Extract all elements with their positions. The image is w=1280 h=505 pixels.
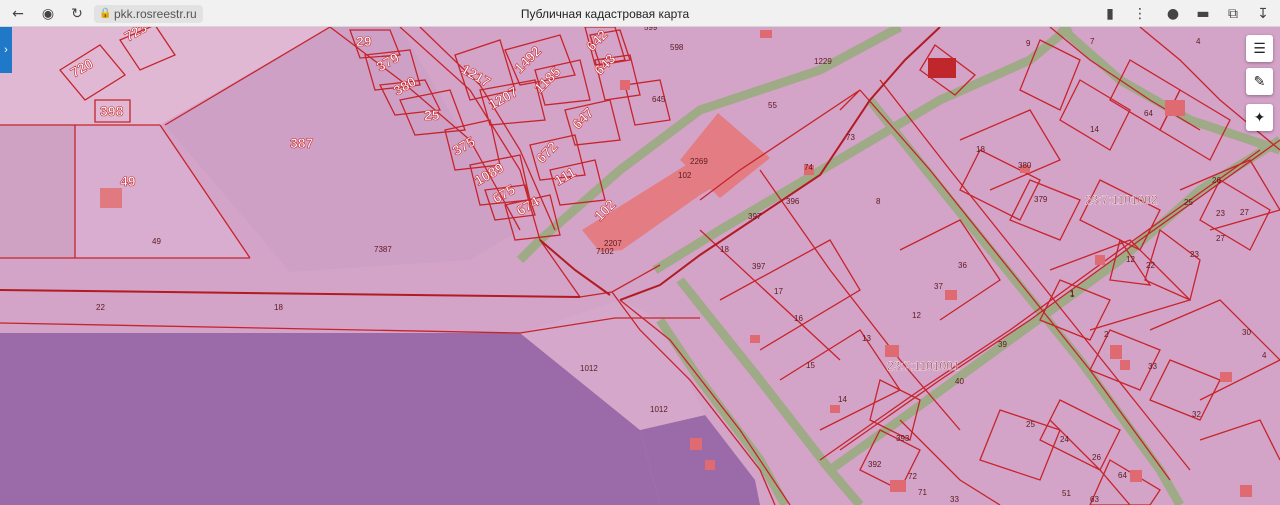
parcel-small-label: 12 xyxy=(1126,255,1135,264)
lock-icon: 🔒 xyxy=(99,8,112,19)
parcel-small-label: 396 xyxy=(786,197,800,206)
url-text: pkk.rosreestr.ru xyxy=(114,7,197,21)
parcel-small-label: 30 xyxy=(1242,328,1251,337)
parcel-small-label: 7102 xyxy=(596,247,614,256)
parcel-small-label: 23 xyxy=(1190,250,1199,259)
parcel-number-label: 49 xyxy=(120,173,136,189)
parcel-small-label: 74 xyxy=(804,163,813,172)
parcel-small-label: 14 xyxy=(1090,125,1099,134)
parcel-small-label: 379 xyxy=(1034,195,1048,204)
parcel-small-label: 7387 xyxy=(374,245,392,254)
parcel-small-label: 26 xyxy=(1212,176,1221,185)
parcel-small-label: 1 xyxy=(1070,289,1075,298)
parcel-small-label: 1012 xyxy=(580,364,598,373)
collections-icon[interactable]: ⧉ xyxy=(1223,4,1243,24)
parcel-small-label: 27 xyxy=(1240,208,1249,217)
parcel-small-label: 24 xyxy=(1060,435,1069,444)
parcel-small-label: 49 xyxy=(152,237,161,246)
back-arrow-icon[interactable]: ← xyxy=(8,4,28,24)
parcel-small-label: 2269 xyxy=(690,157,708,166)
parcel-small-label: 598 xyxy=(670,43,684,52)
parcel-small-label: 25 xyxy=(1026,420,1035,429)
parcel-small-label: 64 xyxy=(1118,471,1127,480)
address-bar[interactable]: 🔒 pkk.rosreestr.ru xyxy=(94,5,203,23)
parcel-small-label: 51 xyxy=(1062,489,1071,498)
parcel-small-label: 17 xyxy=(774,287,783,296)
extension-icon[interactable]: ● xyxy=(1163,4,1183,24)
browser-toolbar: ← ◉ ↻ 🔒 pkk.rosreestr.ru Публичная кадас… xyxy=(0,0,1280,27)
parcel-small-label: 37 xyxy=(934,282,943,291)
parcel-small-label: 397 xyxy=(748,212,762,221)
reload-icon[interactable]: ↻ xyxy=(67,4,87,24)
layers-icon[interactable]: ☰ xyxy=(1246,35,1273,62)
parcel-small-label: 18 xyxy=(976,145,985,154)
quarter-label: 23:7:1101002 xyxy=(1085,193,1158,207)
parcel-small-label: 14 xyxy=(838,395,847,404)
parcel-number-label: 398 xyxy=(100,103,124,119)
parcel-small-label: 18 xyxy=(720,245,729,254)
parcel-small-label: 73 xyxy=(846,133,855,142)
parcel-small-label: 1229 xyxy=(814,57,832,66)
locate-icon[interactable]: ✦ xyxy=(1246,104,1273,131)
parcel-small-label: 40 xyxy=(955,377,964,386)
quarter-label: 23:7:1101001 xyxy=(887,359,960,373)
parcel-small-label: 18 xyxy=(274,303,283,312)
parcel-small-label: 1012 xyxy=(650,405,668,414)
cadastral-map[interactable]: 7207233984938729379380253751089675674121… xyxy=(0,27,1280,505)
parcel-small-label: 33 xyxy=(950,495,959,504)
page-title: Публичная кадастровая карта xyxy=(520,7,690,21)
side-panel-toggle[interactable]: › xyxy=(0,27,12,73)
parcel-small-label: 645 xyxy=(652,95,666,104)
parcel-small-label: 15 xyxy=(806,361,815,370)
incognito-icon[interactable]: ▬ xyxy=(1193,4,1213,24)
parcel-small-label: 27 xyxy=(1216,234,1225,243)
yandex-icon[interactable]: ◉ xyxy=(38,4,58,24)
bookmark-icon[interactable]: ▮ xyxy=(1100,4,1120,24)
parcel-small-label: 4 xyxy=(1196,37,1201,46)
parcel-small-label: 4 xyxy=(1262,351,1267,360)
parcel-small-label: 7 xyxy=(1090,37,1095,46)
parcel-small-label: 8 xyxy=(876,197,881,206)
parcel-small-label: 12 xyxy=(912,311,921,320)
parcel-small-label: 13 xyxy=(862,334,871,343)
parcel-small-label: 9 xyxy=(1026,39,1031,48)
more-icon[interactable]: ⋮ xyxy=(1130,4,1150,24)
parcel-number-label: 29 xyxy=(356,33,372,49)
parcel-number-label: 25 xyxy=(424,107,440,123)
parcel-small-label: 22 xyxy=(1146,261,1155,270)
parcel-small-label: 33 xyxy=(1148,362,1157,371)
parcel-small-label: 23 xyxy=(1216,209,1225,218)
parcel-small-label: 392 xyxy=(868,460,882,469)
parcel-small-label: 36 xyxy=(958,261,967,270)
ruler-icon[interactable]: ✎ xyxy=(1246,68,1273,95)
parcel-small-label: 26 xyxy=(1092,453,1101,462)
parcel-number-label: 387 xyxy=(290,135,314,151)
parcel-small-label: 380 xyxy=(1018,161,1032,170)
parcel-small-label: 25 xyxy=(1184,198,1193,207)
parcel-small-label: 71 xyxy=(918,488,927,497)
parcel-small-label: 599 xyxy=(644,27,658,32)
parcel-small-label: 397 xyxy=(752,262,766,271)
parcel-small-label: 393 xyxy=(896,434,910,443)
parcel-small-label: 63 xyxy=(1090,495,1099,504)
parcel-small-label: 2 xyxy=(1104,330,1109,339)
parcel-small-label: 22 xyxy=(96,303,105,312)
parcel-small-label: 102 xyxy=(678,171,692,180)
parcel-small-label: 64 xyxy=(1144,109,1153,118)
download-icon[interactable]: ↧ xyxy=(1253,4,1273,24)
parcel-small-label: 39 xyxy=(998,340,1007,349)
parcel-small-label: 32 xyxy=(1192,410,1201,419)
parcel-small-label: 72 xyxy=(908,472,917,481)
parcel-small-label: 55 xyxy=(768,101,777,110)
parcel-small-label: 16 xyxy=(794,314,803,323)
